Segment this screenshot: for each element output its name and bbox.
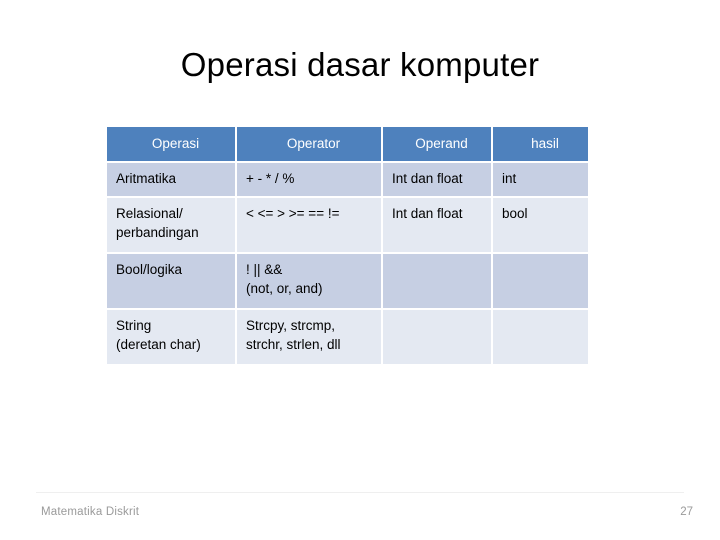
cell-line xyxy=(502,260,588,261)
cell-hasil xyxy=(493,310,588,365)
cell-operasi: String (deretan char) xyxy=(107,310,237,365)
cell-line: Int dan float xyxy=(392,206,463,222)
table-header-row: Operasi Operator Operand hasil xyxy=(107,127,588,162)
cell-operator: < <= > >= == != xyxy=(237,198,383,253)
page-title: Operasi dasar komputer xyxy=(180,46,540,83)
slide-page-number: 27 xyxy=(680,506,693,518)
column-header-operasi: Operasi xyxy=(107,127,237,162)
table-row: Relasional/ perbandingan < <= > >= == !=… xyxy=(107,198,588,253)
slide-canvas: Operasi dasar komputer Operasi Operator … xyxy=(0,0,720,540)
cell-line: Relasional/ xyxy=(116,206,183,222)
cell-hasil xyxy=(493,254,588,309)
cell-line: bool xyxy=(502,206,528,222)
cell-line: Int dan float xyxy=(392,171,463,187)
footer-divider xyxy=(36,492,684,493)
cell-operand: Int dan float xyxy=(383,198,493,253)
cell-operand xyxy=(383,310,493,365)
column-header-operand: Operand xyxy=(383,127,493,162)
cell-operand: Int dan float xyxy=(383,163,493,197)
cell-hasil: int xyxy=(493,163,588,197)
cell-operasi: Bool/logika xyxy=(107,254,237,309)
operations-table: Operasi Operator Operand hasil Aritmatik… xyxy=(107,125,588,366)
cell-line: perbandingan xyxy=(116,225,199,241)
column-header-hasil: hasil xyxy=(493,127,588,162)
cell-line xyxy=(502,316,588,317)
cell-line: < <= > >= == != xyxy=(246,206,340,222)
cell-hasil: bool xyxy=(493,198,588,253)
cell-operator: Strcpy, strcmp, strchr, strlen, dll xyxy=(237,310,383,365)
cell-line: + - * / % xyxy=(246,171,295,187)
footer-course-label: Matematika Diskrit xyxy=(41,506,140,518)
cell-line: int xyxy=(502,171,517,187)
table-row: String (deretan char) Strcpy, strcmp, st… xyxy=(107,310,588,365)
cell-line: Aritmatika xyxy=(116,171,177,187)
cell-operasi: Aritmatika xyxy=(107,163,237,197)
table-header: Operasi Operator Operand hasil xyxy=(107,127,588,162)
cell-operator: ! || && (not, or, and) xyxy=(237,254,383,309)
cell-line: (deretan char) xyxy=(116,337,201,353)
cell-line: Bool/logika xyxy=(116,262,183,278)
cell-operator: + - * / % xyxy=(237,163,383,197)
table-row: Aritmatika + - * / % Int dan float int xyxy=(107,163,588,197)
cell-line: strchr, strlen, dll xyxy=(246,337,341,353)
cell-line xyxy=(392,316,491,317)
cell-operand xyxy=(383,254,493,309)
table-row: Bool/logika ! || && (not, or, and) xyxy=(107,254,588,309)
column-header-operator: Operator xyxy=(237,127,383,162)
cell-line xyxy=(392,260,491,261)
cell-line: ! || && xyxy=(246,262,283,278)
cell-line: Strcpy, strcmp, xyxy=(246,318,336,334)
cell-line: String xyxy=(116,318,152,334)
table-body: Aritmatika + - * / % Int dan float int R… xyxy=(107,163,588,365)
cell-operasi: Relasional/ perbandingan xyxy=(107,198,237,253)
cell-line: (not, or, and) xyxy=(246,281,323,297)
